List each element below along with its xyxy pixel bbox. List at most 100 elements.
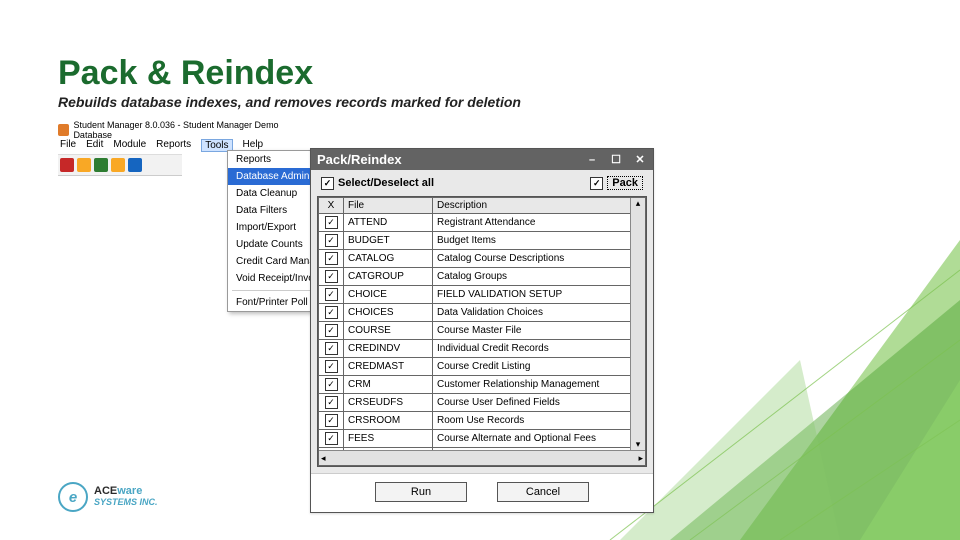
checkbox-icon: ✓	[325, 270, 338, 283]
file-grid: X File Description ✓ ATTENDRegistrant Att…	[317, 196, 647, 467]
minimize-icon[interactable]: –	[585, 153, 599, 167]
table-row[interactable]: ✓CREDMASTCourse Credit Listing	[319, 358, 646, 376]
pack-label: Pack	[607, 176, 643, 190]
row-description: Registrant Attendance	[433, 214, 646, 232]
checkbox-icon: ✓	[325, 324, 338, 337]
row-file: CREDINDV	[344, 340, 433, 358]
table-row[interactable]: ✓ CREDINDVIndividual Credit Records	[319, 340, 646, 358]
menu-edit[interactable]: Edit	[86, 139, 103, 152]
row-description: Catalog Course Descriptions	[433, 250, 646, 268]
row-description: Course Master File	[433, 322, 646, 340]
col-file[interactable]: File	[344, 198, 433, 214]
checkbox-icon: ✓	[325, 432, 338, 445]
checkbox-icon: ✓	[325, 252, 338, 265]
checkbox-icon: ✓	[590, 177, 603, 190]
aceware-logo: e ACEware SYSTEMS INC.	[58, 482, 158, 512]
logo-text-ware: ware	[117, 485, 142, 497]
menu-module[interactable]: Module	[113, 139, 146, 152]
checkbox-icon: ✓	[325, 306, 338, 319]
pack-option[interactable]: ✓ Pack	[590, 176, 643, 190]
table-row[interactable]: ✓ CRSROOMRoom Use Records	[319, 412, 646, 430]
table-row[interactable]: ✓CHOICEFIELD VALIDATION SETUP	[319, 286, 646, 304]
checkbox-icon: ✓	[325, 396, 338, 409]
row-checkbox[interactable]: ✓	[319, 412, 344, 430]
toolbar-icon-4[interactable]	[111, 158, 125, 172]
logo-text-ace: ACE	[94, 485, 117, 497]
checkbox-icon: ✓	[325, 216, 338, 229]
select-all-checkbox[interactable]: ✓ Select/Deselect all	[321, 177, 434, 190]
app-icon	[58, 124, 69, 136]
row-description: Individual Credit Records	[433, 340, 646, 358]
scroll-left-icon[interactable]: ◂	[321, 453, 326, 464]
row-description: Course Credit Listing	[433, 358, 646, 376]
row-file: CRSROOM	[344, 412, 433, 430]
app-window: Student Manager 8.0.036 - Student Manage…	[58, 122, 308, 176]
table-row[interactable]: ✓ FEESCourse Alternate and Optional Fees	[319, 430, 646, 448]
app-title: Student Manager 8.0.036 - Student Manage…	[73, 120, 308, 140]
menu-file[interactable]: File	[60, 139, 76, 152]
row-checkbox[interactable]: ✓	[319, 322, 344, 340]
cancel-button[interactable]: Cancel	[497, 482, 589, 502]
row-description: Course Alternate and Optional Fees	[433, 430, 646, 448]
checkbox-icon: ✓	[325, 342, 338, 355]
row-file: ATTEND	[344, 214, 433, 232]
row-file: CATGROUP	[344, 268, 433, 286]
table-row[interactable]: ✓ CHOICESData Validation Choices	[319, 304, 646, 322]
row-file: CREDMAST	[344, 358, 433, 376]
row-file: CHOICE	[344, 286, 433, 304]
vertical-scrollbar[interactable]: ▴ ▾	[630, 198, 645, 450]
row-file: CRM	[344, 376, 433, 394]
table-row[interactable]: ✓ CRSEUDFSCourse User Defined Fields	[319, 394, 646, 412]
scroll-right-icon[interactable]: ▸	[638, 453, 643, 464]
slide-title: Pack & Reindex	[58, 54, 313, 93]
toolbar-icon-1[interactable]	[60, 158, 74, 172]
row-checkbox[interactable]: ✓	[319, 232, 344, 250]
table-row[interactable]: ✓ CATALOGCatalog Course Descriptions	[319, 250, 646, 268]
logo-mark: e	[58, 482, 88, 512]
row-checkbox[interactable]: ✓	[319, 358, 344, 376]
scroll-up-icon[interactable]: ▴	[636, 198, 641, 209]
row-description: Budget Items	[433, 232, 646, 250]
row-checkbox[interactable]: ✓	[319, 430, 344, 448]
row-description: Data Validation Choices	[433, 304, 646, 322]
row-checkbox[interactable]: ✓	[319, 304, 344, 322]
checkbox-icon: ✓	[325, 414, 338, 427]
table-row[interactable]: ✓ COURSECourse Master File	[319, 322, 646, 340]
table-row[interactable]: ✓ ATTENDRegistrant Attendance	[319, 214, 646, 232]
row-file: FEES	[344, 430, 433, 448]
row-file: CRSEUDFS	[344, 394, 433, 412]
col-desc[interactable]: Description	[433, 198, 646, 214]
window-titlebar: Pack/Reindex – ☐ ✕	[311, 149, 653, 170]
row-file: COURSE	[344, 322, 433, 340]
row-file: CATALOG	[344, 250, 433, 268]
row-checkbox[interactable]: ✓	[319, 394, 344, 412]
row-checkbox[interactable]: ✓	[319, 214, 344, 232]
row-description: Course User Defined Fields	[433, 394, 646, 412]
row-description: Room Use Records	[433, 412, 646, 430]
toolbar-icon-3[interactable]	[94, 158, 108, 172]
row-file: CHOICES	[344, 304, 433, 322]
row-checkbox[interactable]: ✓	[319, 376, 344, 394]
run-button[interactable]: Run	[375, 482, 467, 502]
toolbar-icon-2[interactable]	[77, 158, 91, 172]
close-icon[interactable]: ✕	[633, 153, 647, 167]
scroll-down-icon[interactable]: ▾	[636, 439, 641, 450]
menu-reports[interactable]: Reports	[156, 139, 191, 152]
logo-subtext: SYSTEMS INC.	[94, 497, 158, 508]
maximize-icon[interactable]: ☐	[609, 153, 623, 167]
row-checkbox[interactable]: ✓	[319, 286, 344, 304]
row-description: Customer Relationship Management	[433, 376, 646, 394]
pack-reindex-window: Pack/Reindex – ☐ ✕ ✓ Select/Deselect all…	[310, 148, 654, 513]
row-checkbox[interactable]: ✓	[319, 340, 344, 358]
checkbox-icon: ✓	[325, 288, 338, 301]
window-title: Pack/Reindex	[317, 152, 402, 167]
horizontal-scrollbar[interactable]: ◂ ▸	[319, 450, 645, 465]
row-checkbox[interactable]: ✓	[319, 250, 344, 268]
table-row[interactable]: ✓CRMCustomer Relationship Management	[319, 376, 646, 394]
col-x[interactable]: X	[319, 198, 344, 214]
row-checkbox[interactable]: ✓	[319, 268, 344, 286]
checkbox-icon: ✓	[325, 234, 338, 247]
table-row[interactable]: ✓BUDGETBudget Items	[319, 232, 646, 250]
table-row[interactable]: ✓CATGROUPCatalog Groups	[319, 268, 646, 286]
toolbar-icon-5[interactable]	[128, 158, 142, 172]
